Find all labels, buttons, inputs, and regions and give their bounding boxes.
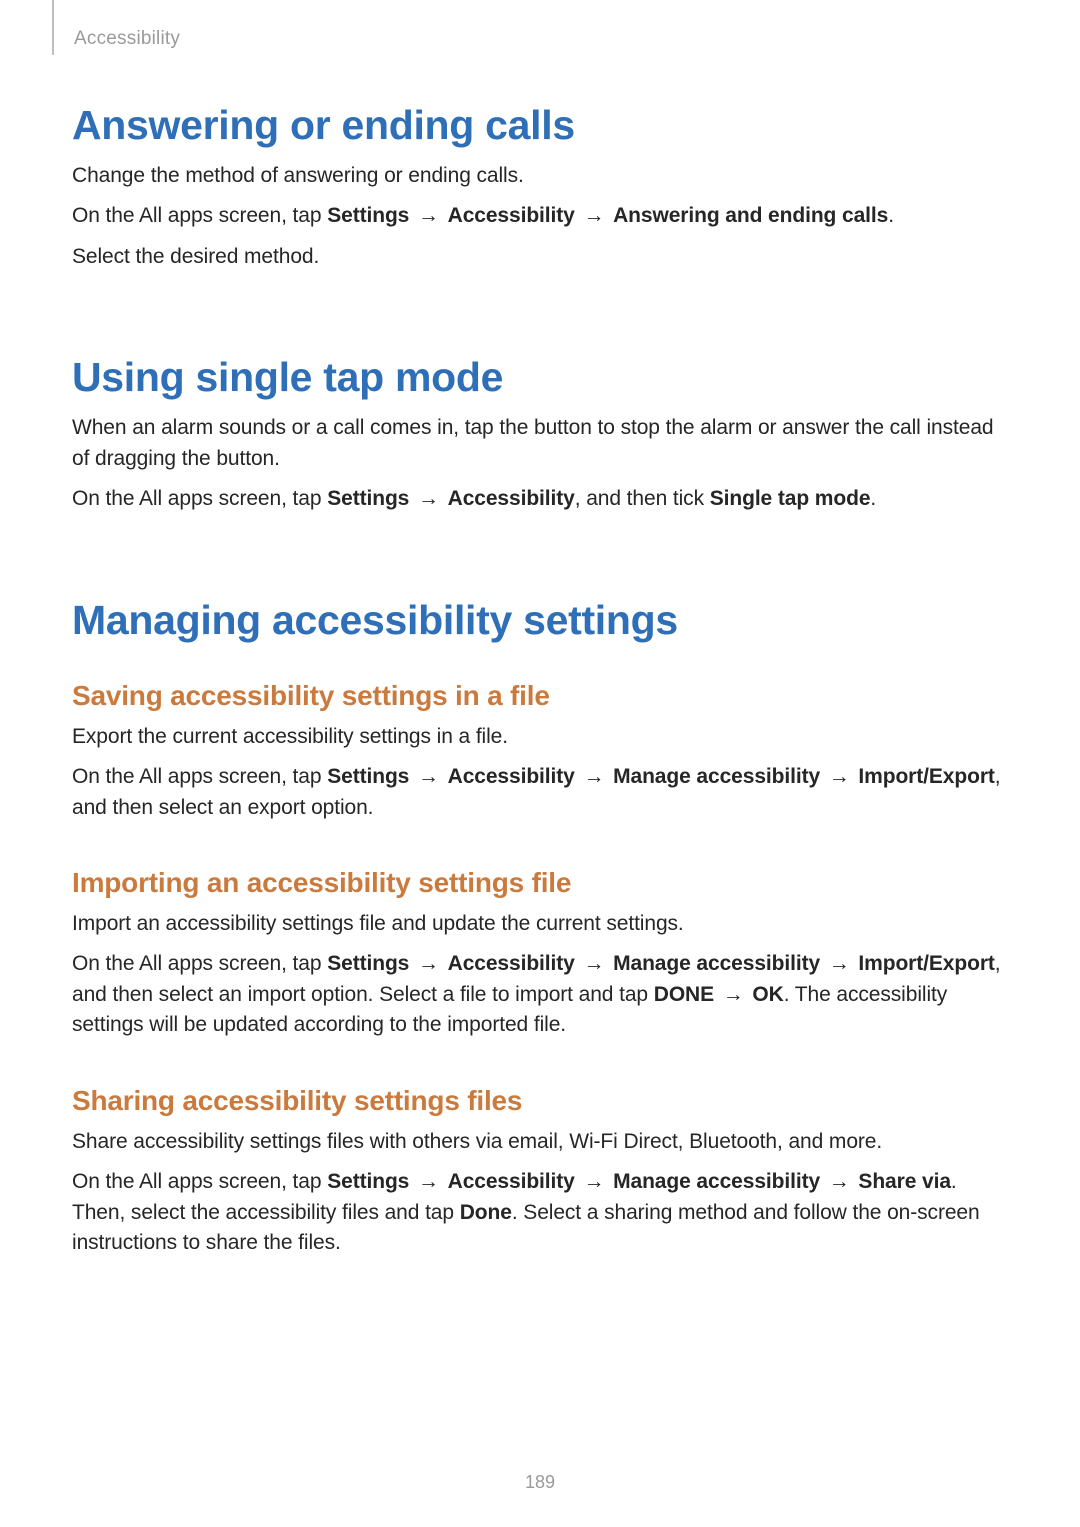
para-import-desc: Import an accessibility settings file an… [72,909,1010,939]
manual-page: Accessibility Answering or ending calls … [0,0,1080,1527]
subheading-sharing-files: Sharing accessibility settings files [72,1085,1010,1117]
page-number: 189 [0,1472,1080,1493]
nav-manage-accessibility: Manage accessibility [613,765,820,788]
heading-managing-accessibility: Managing accessibility settings [72,597,1010,644]
para-export-desc: Export the current accessibility setting… [72,722,1010,752]
nav-accessibility: Accessibility [448,204,575,227]
arrow-icon: → [575,952,613,975]
para-nav-import: On the All apps screen, tap Settings → A… [72,949,1010,1040]
arrow-icon: → [409,204,447,227]
para-nav-answering: On the All apps screen, tap Settings → A… [72,201,1010,231]
arrow-icon: → [820,952,858,975]
arrow-icon: → [409,952,447,975]
arrow-icon: → [820,1170,858,1193]
arrow-icon: → [575,1170,613,1193]
nav-manage-accessibility: Manage accessibility [613,952,820,975]
text: On the All apps screen, tap [72,204,327,227]
arrow-icon: → [714,983,752,1006]
text: , and then tick [575,487,710,510]
nav-accessibility: Accessibility [448,487,575,510]
arrow-icon: → [575,204,613,227]
nav-settings: Settings [327,1170,409,1193]
heading-answering-ending-calls: Answering or ending calls [72,102,1010,149]
text: On the All apps screen, tap [72,765,327,788]
nav-settings: Settings [327,487,409,510]
para-select-method: Select the desired method. [72,242,1010,272]
subheading-importing-file: Importing an accessibility settings file [72,867,1010,899]
nav-accessibility: Accessibility [448,952,575,975]
para-change-method: Change the method of answering or ending… [72,161,1010,191]
nav-share-via: Share via [858,1170,951,1193]
nav-single-tap-mode: Single tap mode [710,487,871,510]
nav-settings: Settings [327,204,409,227]
text: On the All apps screen, tap [72,952,327,975]
text: . [870,487,876,510]
para-nav-export: On the All apps screen, tap Settings → A… [72,762,1010,823]
para-nav-single-tap: On the All apps screen, tap Settings → A… [72,484,1010,514]
subheading-saving-file: Saving accessibility settings in a file [72,680,1010,712]
nav-accessibility: Accessibility [448,765,575,788]
text: . [888,204,894,227]
arrow-icon: → [409,765,447,788]
text: On the All apps screen, tap [72,487,327,510]
para-nav-share: On the All apps screen, tap Settings → A… [72,1167,1010,1258]
running-head: Accessibility [74,28,1010,50]
header-divider [52,0,54,55]
arrow-icon: → [409,1170,447,1193]
para-single-tap-desc: When an alarm sounds or a call comes in,… [72,413,1010,474]
nav-manage-accessibility: Manage accessibility [613,1170,820,1193]
nav-import-export: Import/Export [858,952,994,975]
heading-single-tap-mode: Using single tap mode [72,354,1010,401]
nav-accessibility: Accessibility [448,1170,575,1193]
nav-answering-ending: Answering and ending calls [613,204,888,227]
nav-settings: Settings [327,765,409,788]
para-share-desc: Share accessibility settings files with … [72,1127,1010,1157]
arrow-icon: → [575,765,613,788]
nav-done: DONE [654,983,714,1006]
nav-done: Done [460,1201,512,1224]
running-head-text: Accessibility [74,28,180,49]
text: On the All apps screen, tap [72,1170,327,1193]
arrow-icon: → [409,487,447,510]
nav-settings: Settings [327,952,409,975]
arrow-icon: → [820,765,858,788]
nav-import-export: Import/Export [858,765,994,788]
nav-ok: OK [752,983,783,1006]
